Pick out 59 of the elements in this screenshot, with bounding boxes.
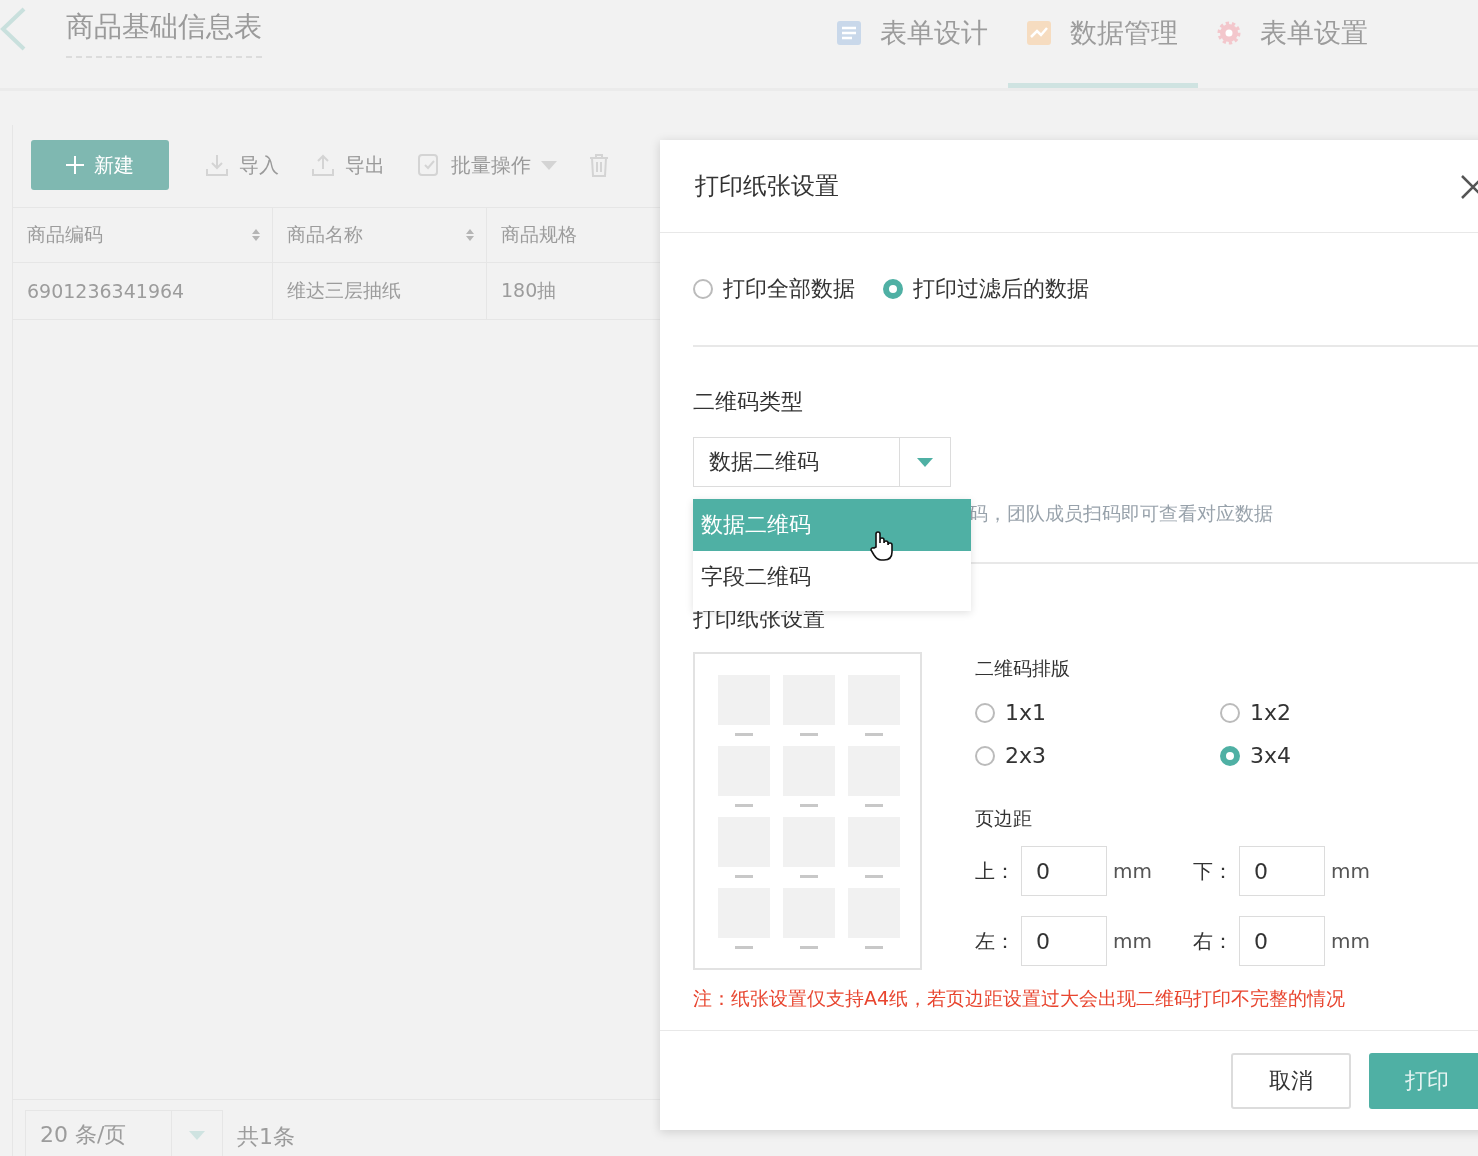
caret-icon <box>541 160 557 170</box>
download-icon <box>205 153 229 177</box>
upload-icon <box>311 153 335 177</box>
create-button[interactable]: 新建 <box>31 140 169 190</box>
plus-icon <box>66 156 84 174</box>
export-button[interactable]: 导出 <box>311 151 385 179</box>
layout-radio[interactable]: 1x2 <box>1220 700 1380 725</box>
checklist-icon <box>417 153 441 177</box>
margin-side-label: 上： <box>975 857 1016 885</box>
layout-label: 二维码排版 <box>975 656 1071 681</box>
print-button[interactable]: 打印 <box>1369 1053 1478 1109</box>
layout-radio[interactable]: 3x4 <box>1220 743 1380 768</box>
header-tab[interactable]: 表单设计 <box>818 0 1008 88</box>
unit-label: mm <box>1330 859 1371 883</box>
hand-cursor-icon <box>869 531 895 561</box>
layout-radio[interactable]: 1x1 <box>975 700 1220 725</box>
column-header[interactable]: 商品名称 <box>273 208 487 262</box>
gear-icon <box>1216 19 1242 46</box>
margin-side-label: 右： <box>1193 927 1234 955</box>
scope-radio[interactable]: 打印全部数据 <box>693 274 855 304</box>
margin-side-label: 左： <box>975 927 1016 955</box>
caret-icon <box>189 1130 205 1140</box>
form-title[interactable]: 商品基础信息表 <box>66 8 262 58</box>
margin-input[interactable]: 0 <box>1239 846 1325 896</box>
qr-type-select[interactable]: 数据二维码 <box>693 437 951 487</box>
delete-button[interactable] <box>589 153 609 177</box>
header-tab[interactable]: 数据管理 <box>1008 0 1198 88</box>
note-text: 注：纸张设置仅支持A4纸，若页边距设置过大会出现二维码打印不完整的情况 <box>693 986 1347 1011</box>
sort-icon[interactable] <box>466 228 474 242</box>
scope-radio[interactable]: 打印过滤后的数据 <box>883 274 1089 304</box>
margin-label: 页边距 <box>975 806 1033 831</box>
column-header[interactable]: 商品编码 <box>13 208 273 262</box>
table-cell: 6901236341964 <box>13 263 273 319</box>
caret-icon <box>917 457 933 467</box>
unit-label: mm <box>1330 929 1371 953</box>
margin-side-label: 下： <box>1193 857 1234 885</box>
section-label: 二维码类型 <box>693 388 804 416</box>
margin-input[interactable]: 0 <box>1021 916 1107 966</box>
dialog-title: 打印纸张设置 <box>695 171 839 202</box>
page-size-select[interactable]: 20 条/页 <box>25 1110 223 1156</box>
cancel-button[interactable]: 取消 <box>1231 1053 1351 1109</box>
sort-icon[interactable] <box>252 228 260 242</box>
header-tab[interactable]: 表单设置 <box>1198 0 1388 88</box>
back-icon[interactable] <box>0 7 26 51</box>
chart-icon <box>1026 19 1052 46</box>
unit-label: mm <box>1112 859 1153 883</box>
import-button[interactable]: 导入 <box>205 151 279 179</box>
margin-input[interactable]: 0 <box>1021 846 1107 896</box>
dropdown-option[interactable]: 字段二维码 <box>693 551 971 603</box>
unit-label: mm <box>1112 929 1153 953</box>
form-icon <box>836 19 862 46</box>
hint-text: 码，团队成员扫码即可查看对应数据 <box>969 501 1273 526</box>
total-count: 共1条 <box>237 1123 295 1151</box>
table-cell: 维达三层抽纸 <box>273 263 487 319</box>
margin-input[interactable]: 0 <box>1239 916 1325 966</box>
dropdown-option[interactable]: 数据二维码 <box>693 499 971 551</box>
layout-radio[interactable]: 2x3 <box>975 743 1220 768</box>
batch-button[interactable]: 批量操作 <box>417 151 557 179</box>
trash-icon <box>589 153 609 177</box>
